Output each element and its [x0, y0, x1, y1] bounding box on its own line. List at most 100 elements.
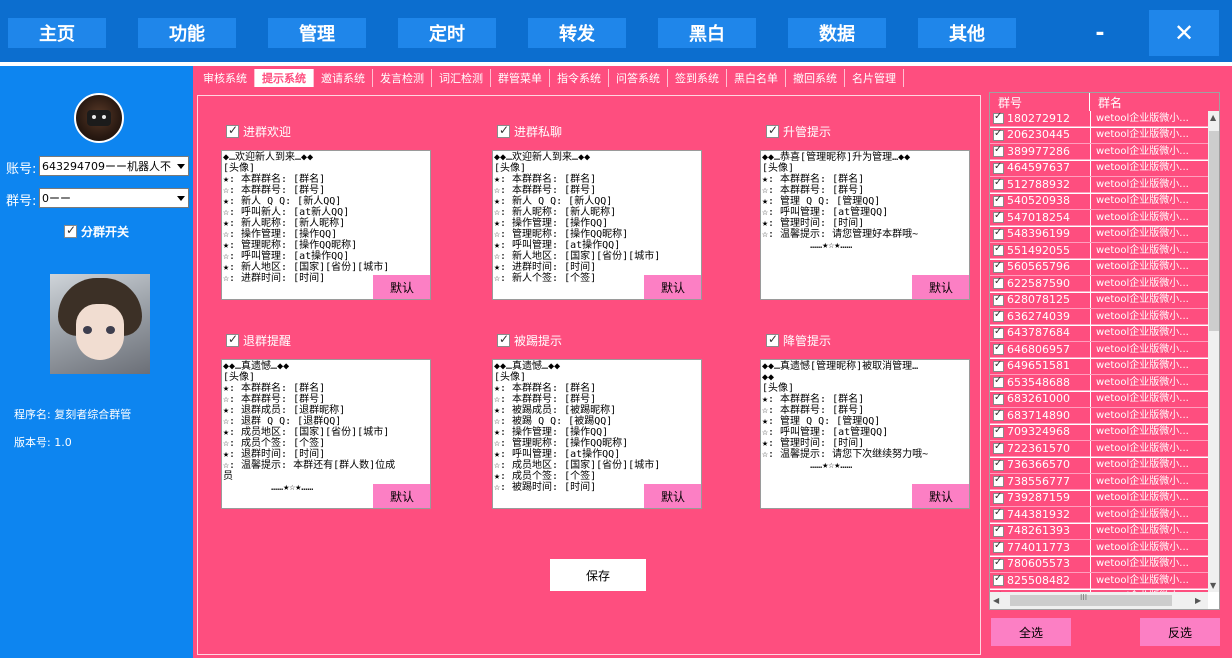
demote-admin-default-button[interactable]: 默认 [912, 484, 969, 508]
nav-blackwhite-button[interactable]: 黑白 [658, 18, 756, 48]
group-list-row[interactable]: 780605573 wetool企业版微小... [990, 556, 1208, 573]
group-list-row[interactable]: 709324968 wetool企业版微小... [990, 424, 1208, 441]
demote-admin-toggle[interactable]: 降管提示 [766, 332, 831, 349]
join-welcome-text[interactable]: ◆…欢迎新人到来…◆◆ [头像] ★: 本群群名: [群名] ☆: 本群群号: … [222, 151, 430, 285]
group-row-checkbox[interactable] [993, 507, 1004, 520]
group-row-checkbox[interactable] [993, 375, 1004, 388]
demote-admin-textbox[interactable]: ◆◆…真遗憾[管理昵称]被取消管理… ◆◆ [头像] ★: 本群群名: [群名]… [760, 359, 970, 509]
group-row-checkbox[interactable] [993, 425, 1004, 438]
group-list-row[interactable]: 646806957 wetool企业版微小... [990, 341, 1208, 358]
group-list-row[interactable]: 628078125 wetool企业版微小... [990, 292, 1208, 309]
group-list-row[interactable]: 512788932 wetool企业版微小... [990, 176, 1208, 193]
group-row-checkbox[interactable] [993, 491, 1004, 504]
split-group-checkbox[interactable] [64, 223, 77, 238]
promote-admin-toggle[interactable]: 升管提示 [766, 123, 831, 140]
scroll-right-icon[interactable]: ▶ [1195, 596, 1201, 605]
group-list-row[interactable]: 547018254 wetool企业版微小... [990, 209, 1208, 226]
group-row-checkbox[interactable] [993, 128, 1004, 141]
tab-recall[interactable]: 撤回系统 [786, 69, 845, 87]
group-list-row[interactable]: 551492055 wetool企业版微小... [990, 242, 1208, 259]
tab-qa[interactable]: 问答系统 [609, 69, 668, 87]
group-list-row[interactable]: 180272912 wetool企业版微小... [990, 110, 1208, 127]
tab-review[interactable]: 审核系统 [196, 69, 255, 87]
group-row-checkbox[interactable] [993, 243, 1004, 256]
group-row-checkbox[interactable] [993, 474, 1004, 487]
join-private-textbox[interactable]: ◆◆…欢迎新人到来…◆◆ [头像] ★: 本群群名: [群名] ☆: 本群群号:… [492, 150, 702, 300]
vertical-scrollbar[interactable]: ▲ ▼ [1208, 111, 1219, 592]
scroll-down-icon[interactable]: ▼ [1210, 581, 1216, 590]
group-list-row[interactable]: 736366570 wetool企业版微小... [990, 457, 1208, 474]
nav-manage-button[interactable]: 管理 [268, 18, 366, 48]
group-list-row[interactable]: 649651581 wetool企业版微小... [990, 358, 1208, 375]
group-row-checkbox[interactable] [993, 210, 1004, 223]
horizontal-scroll-thumb[interactable]: III [1010, 593, 1172, 606]
vertical-scroll-thumb[interactable] [1209, 131, 1219, 331]
nav-data-button[interactable]: 数据 [788, 18, 886, 48]
group-name-column-header[interactable]: 群名 [1090, 93, 1219, 111]
group-list-row[interactable]: 636274039 wetool企业版微小... [990, 308, 1208, 325]
save-button[interactable]: 保存 [550, 559, 646, 591]
kicked-notice-text[interactable]: ◆◆…真遗憾…◆◆ [头像] ★: 本群群名: [群名] ☆: 本群群号: [群… [493, 360, 701, 494]
tab-prompt[interactable]: 提示系统 [255, 69, 314, 87]
tab-signin[interactable]: 签到系统 [668, 69, 727, 87]
group-row-checkbox[interactable] [993, 194, 1004, 207]
tab-card-manage[interactable]: 名片管理 [845, 69, 904, 87]
join-private-toggle[interactable]: 进群私聊 [497, 123, 562, 140]
group-row-checkbox[interactable] [993, 144, 1004, 157]
demote-admin-checkbox[interactable] [766, 332, 779, 347]
group-row-checkbox[interactable] [993, 557, 1004, 570]
group-list-row[interactable]: 540520938 wetool企业版微小... [990, 193, 1208, 210]
minimize-button[interactable]: - [1085, 18, 1115, 48]
kicked-notice-toggle[interactable]: 被踢提示 [497, 332, 562, 349]
group-list-row[interactable]: 653548688 wetool企业版微小... [990, 374, 1208, 391]
leave-notice-default-button[interactable]: 默认 [373, 484, 430, 508]
scroll-up-icon[interactable]: ▲ [1210, 113, 1216, 122]
group-row-checkbox[interactable] [993, 441, 1004, 454]
group-row-checkbox[interactable] [993, 392, 1004, 405]
leave-notice-textbox[interactable]: ◆◆…真遗憾…◆◆ [头像] ★: 本群群名: [群名] ☆: 本群群号: [群… [221, 359, 431, 509]
kicked-notice-checkbox[interactable] [497, 332, 510, 347]
horizontal-scrollbar[interactable]: ◀ III ▶ [990, 592, 1208, 609]
join-welcome-default-button[interactable]: 默认 [373, 275, 430, 299]
group-row-checkbox[interactable] [993, 540, 1004, 553]
tab-word-detect[interactable]: 词汇检测 [432, 69, 491, 87]
group-row-checkbox[interactable] [993, 309, 1004, 322]
tab-speech-detect[interactable]: 发言检测 [373, 69, 432, 87]
group-list-row[interactable]: 548396199 wetool企业版微小... [990, 226, 1208, 243]
join-private-text[interactable]: ◆◆…欢迎新人到来…◆◆ [头像] ★: 本群群名: [群名] ☆: 本群群号:… [493, 151, 701, 285]
group-row-checkbox[interactable] [993, 458, 1004, 471]
split-group-toggle[interactable]: 分群开关 [64, 223, 129, 240]
promote-admin-default-button[interactable]: 默认 [912, 275, 969, 299]
group-row-checkbox[interactable] [993, 276, 1004, 289]
group-list-row[interactable]: 722361570 wetool企业版微小... [990, 440, 1208, 457]
join-welcome-textbox[interactable]: ◆…欢迎新人到来…◆◆ [头像] ★: 本群群名: [群名] ☆: 本群群号: … [221, 150, 431, 300]
scroll-left-icon[interactable]: ◀ [993, 596, 999, 605]
group-list-row[interactable]: 389977286 wetool企业版微小... [990, 143, 1208, 160]
group-list-row[interactable]: 683261000 wetool企业版微小... [990, 391, 1208, 408]
nav-timer-button[interactable]: 定时 [398, 18, 496, 48]
close-button[interactable]: ✕ [1149, 10, 1219, 56]
group-row-checkbox[interactable] [993, 177, 1004, 190]
join-private-default-button[interactable]: 默认 [644, 275, 701, 299]
demote-admin-text[interactable]: ◆◆…真遗憾[管理昵称]被取消管理… ◆◆ [头像] ★: 本群群名: [群名]… [761, 360, 969, 472]
kicked-notice-textbox[interactable]: ◆◆…真遗憾…◆◆ [头像] ★: 本群群名: [群名] ☆: 本群群号: [群… [492, 359, 702, 509]
tab-invite[interactable]: 邀请系统 [314, 69, 373, 87]
promote-admin-textbox[interactable]: ◆◆…恭喜[管理昵称]升为管理…◆◆ [头像] ★: 本群群名: [群名] ☆:… [760, 150, 970, 300]
join-welcome-checkbox[interactable] [226, 123, 239, 138]
promote-admin-checkbox[interactable] [766, 123, 779, 138]
leave-notice-toggle[interactable]: 退群提醒 [226, 332, 291, 349]
invert-selection-button[interactable]: 反选 [1140, 618, 1220, 646]
nav-home-button[interactable]: 主页 [8, 18, 106, 48]
group-row-checkbox[interactable] [993, 161, 1004, 174]
join-welcome-toggle[interactable]: 进群欢迎 [226, 123, 291, 140]
group-id-column-header[interactable]: 群号 [990, 93, 1090, 111]
group-list-row[interactable]: 738556777 wetool企业版微小... [990, 473, 1208, 490]
group-list-row[interactable]: 560565796 wetool企业版微小... [990, 259, 1208, 276]
group-list-row[interactable]: 748261393 wetool企业版微小... [990, 523, 1208, 540]
group-row-checkbox[interactable] [993, 359, 1004, 372]
leave-notice-checkbox[interactable] [226, 332, 239, 347]
group-row-checkbox[interactable] [993, 293, 1004, 306]
group-list-row[interactable]: 744381932 wetool企业版微小... [990, 506, 1208, 523]
join-private-checkbox[interactable] [497, 123, 510, 138]
group-row-checkbox[interactable] [993, 408, 1004, 421]
